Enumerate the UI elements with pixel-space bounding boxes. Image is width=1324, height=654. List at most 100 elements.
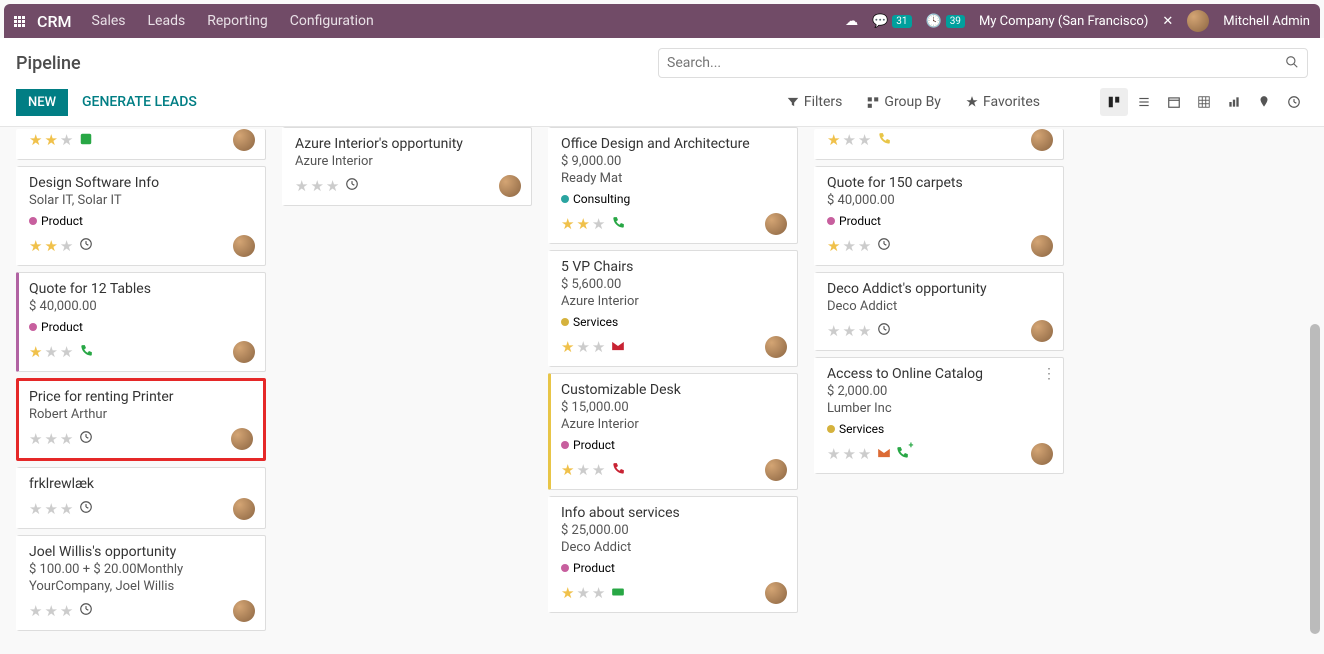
priority-stars[interactable]: ★★★ (29, 602, 93, 620)
messages-icon[interactable]: 💬31 (872, 14, 911, 29)
avatar[interactable] (1187, 10, 1209, 32)
assignee-avatar[interactable] (233, 600, 255, 622)
kanban-card[interactable]: Joel Willis's opportunity$ 100.00 + $ 20… (16, 535, 266, 631)
priority-stars[interactable]: ★★★ (561, 215, 625, 234)
search-input[interactable] (667, 55, 1277, 71)
new-button[interactable]: NEW (16, 89, 68, 116)
calendar-view-icon[interactable] (1160, 88, 1188, 116)
kanban-card[interactable]: Price for renting PrinterRobert Arthur★★… (16, 378, 266, 461)
kanban-card[interactable]: Design Software InfoSolar IT, Solar ITPr… (16, 166, 266, 266)
map-view-icon[interactable] (1250, 88, 1278, 116)
star-icon[interactable]: ★ (44, 343, 57, 361)
star-icon[interactable]: ★ (576, 338, 589, 356)
assignee-avatar[interactable] (233, 341, 255, 363)
warn-icon[interactable] (877, 131, 891, 150)
star-icon[interactable]: ★ (60, 237, 73, 255)
star-icon[interactable]: ★ (858, 322, 871, 340)
kanban-card[interactable]: ★★★ (16, 129, 266, 160)
assignee-avatar[interactable] (233, 129, 255, 151)
star-icon[interactable]: ★ (561, 584, 574, 602)
priority-stars[interactable]: ★★★ (561, 584, 625, 603)
kanban-card[interactable]: Azure Interior's opportunityAzure Interi… (282, 127, 532, 206)
clock-icon[interactable] (79, 602, 93, 620)
star-icon[interactable]: ★ (60, 602, 73, 620)
company-switcher[interactable]: My Company (San Francisco) (979, 14, 1148, 29)
priority-stars[interactable]: ★★★ (827, 237, 891, 255)
assignee-avatar[interactable] (499, 175, 521, 197)
priority-stars[interactable]: ★★★ (295, 177, 359, 195)
assignee-avatar[interactable] (765, 336, 787, 358)
menu-configuration[interactable]: Configuration (290, 13, 374, 29)
star-icon[interactable]: ★ (827, 237, 840, 255)
star-icon[interactable]: ★ (842, 322, 855, 340)
star-icon[interactable]: ★ (60, 430, 73, 448)
activity-view-icon[interactable] (1280, 88, 1308, 116)
card-icon[interactable] (611, 584, 625, 603)
clock-icon[interactable] (345, 177, 359, 195)
clock-icon[interactable] (877, 322, 891, 340)
star-icon[interactable]: ★ (44, 237, 57, 255)
search-icon[interactable] (1285, 55, 1299, 73)
kanban-card[interactable]: Quote for 12 Tables$ 40,000.00Product★★★ (16, 272, 266, 372)
assignee-avatar[interactable] (765, 582, 787, 604)
priority-stars[interactable]: ★★★ (29, 237, 93, 255)
kanban-column[interactable]: ★★★Design Software InfoSolar IT, Solar I… (16, 127, 266, 647)
kanban-card[interactable]: Office Design and Architecture$ 9,000.00… (548, 127, 798, 244)
kanban-card[interactable]: ⋮Access to Online Catalog$ 2,000.00Lumbe… (814, 357, 1064, 474)
activity-icon[interactable]: 🕓39 (926, 14, 965, 29)
brand[interactable]: CRM (37, 12, 72, 31)
star-icon[interactable]: ★ (592, 338, 605, 356)
star-icon[interactable]: ★ (592, 584, 605, 602)
kanban-column[interactable]: Azure Interior's opportunityAzure Interi… (282, 127, 532, 647)
assignee-avatar[interactable] (233, 498, 255, 520)
star-icon[interactable]: ★ (44, 131, 57, 149)
star-icon[interactable]: ★ (842, 131, 855, 149)
assignee-avatar[interactable] (1031, 129, 1053, 151)
star-icon[interactable]: ★ (561, 461, 574, 479)
kanban-column[interactable]: Office Design and Architecture$ 9,000.00… (548, 127, 798, 647)
star-icon[interactable]: ★ (44, 500, 57, 518)
priority-stars[interactable]: ★★★ (29, 500, 93, 518)
priority-stars[interactable]: ★★★ (29, 343, 93, 362)
menu-sales[interactable]: Sales (92, 13, 126, 29)
priority-stars[interactable]: ★★★ (827, 131, 891, 150)
assignee-avatar[interactable] (1031, 235, 1053, 257)
clock-icon[interactable] (877, 237, 891, 255)
priority-stars[interactable]: ★★★ (827, 322, 891, 340)
star-icon[interactable]: ★ (29, 237, 42, 255)
kanban-card[interactable]: Info about services$ 25,000.00Deco Addic… (548, 496, 798, 613)
star-icon[interactable]: ★ (310, 177, 323, 195)
card-menu-icon[interactable]: ⋮ (1042, 366, 1055, 382)
settings-icon[interactable]: ✕ (1162, 14, 1173, 29)
star-icon[interactable]: ★ (44, 602, 57, 620)
kanban-view-icon[interactable] (1100, 88, 1128, 116)
star-icon[interactable]: ★ (858, 445, 871, 463)
phone-icon[interactable] (79, 343, 93, 362)
phone-plus-icon[interactable]: + (895, 445, 909, 464)
star-icon[interactable]: ★ (576, 461, 589, 479)
menu-reporting[interactable]: Reporting (207, 13, 268, 29)
priority-stars[interactable]: ★★★+ (827, 445, 909, 464)
assignee-avatar[interactable] (765, 213, 787, 235)
apps-icon[interactable] (14, 16, 25, 27)
phone-icon[interactable] (611, 461, 625, 480)
kanban-card[interactable]: ★★★ (814, 129, 1064, 160)
star-icon[interactable]: ★ (576, 584, 589, 602)
assignee-avatar[interactable] (231, 428, 253, 450)
kanban-column[interactable]: ★★★Quote for 150 carpets$ 40,000.00Produ… (814, 127, 1064, 647)
star-icon[interactable]: ★ (842, 445, 855, 463)
pivot-view-icon[interactable] (1190, 88, 1218, 116)
star-icon[interactable]: ★ (858, 237, 871, 255)
star-icon[interactable]: ★ (561, 338, 574, 356)
mail-icon[interactable] (611, 338, 625, 357)
list-view-icon[interactable] (1130, 88, 1158, 116)
star-icon[interactable]: ★ (827, 445, 840, 463)
kanban-card[interactable]: Deco Addict's opportunityDeco Addict★★★ (814, 272, 1064, 351)
priority-stars[interactable]: ★★★ (561, 461, 625, 480)
mail-icon[interactable] (877, 445, 891, 464)
tray-icon[interactable]: ☁︎ (845, 14, 858, 29)
menu-leads[interactable]: Leads (148, 13, 186, 29)
search-box[interactable] (658, 48, 1308, 78)
kanban-card[interactable]: frklrewlæk★★★ (16, 467, 266, 529)
star-icon[interactable]: ★ (326, 177, 339, 195)
